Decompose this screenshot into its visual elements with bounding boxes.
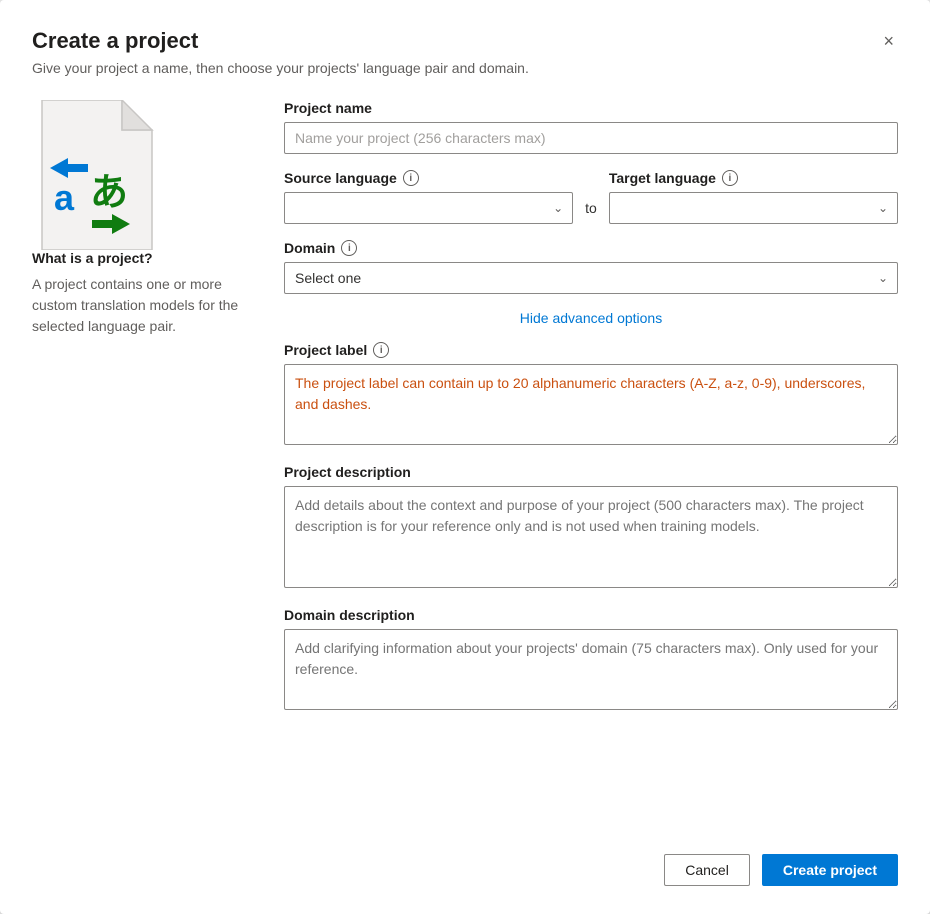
right-panel: Project name Source language i ⌄ [284, 100, 898, 814]
source-language-info-icon[interactable]: i [403, 170, 419, 186]
create-project-dialog: Create a project × Give your project a n… [0, 0, 930, 914]
project-description-label: Project description [284, 464, 898, 480]
domain-group: Domain i Select one ⌄ [284, 240, 898, 294]
project-name-input[interactable] [284, 122, 898, 154]
project-label-info-icon[interactable]: i [373, 342, 389, 358]
domain-description-group: Domain description [284, 607, 898, 713]
dialog-header: Create a project × [32, 28, 898, 54]
project-label-label: Project label i [284, 342, 898, 358]
domain-select-wrapper: Select one ⌄ [284, 262, 898, 294]
source-language-group: Source language i ⌄ [284, 170, 573, 224]
project-description-group: Project description [284, 464, 898, 591]
left-panel: あ a What is a project? A project contain… [32, 100, 252, 814]
dialog-footer: Cancel Create project [32, 838, 898, 886]
project-name-group: Project name [284, 100, 898, 154]
target-language-label: Target language i [609, 170, 898, 186]
target-language-info-icon[interactable]: i [722, 170, 738, 186]
source-language-label: Source language i [284, 170, 573, 186]
target-language-select[interactable] [609, 192, 898, 224]
hide-advanced-button[interactable]: Hide advanced options [284, 310, 898, 326]
domain-info-icon[interactable]: i [341, 240, 357, 256]
project-description-textarea[interactable] [284, 486, 898, 588]
project-illustration: あ a [32, 100, 162, 250]
dialog-body: あ a What is a project? A project contain… [32, 100, 898, 814]
dialog-subtitle: Give your project a name, then choose yo… [32, 60, 898, 76]
target-language-group: Target language i ⌄ [609, 170, 898, 224]
to-label: to [585, 200, 597, 224]
domain-label: Domain i [284, 240, 898, 256]
domain-description-label: Domain description [284, 607, 898, 623]
source-language-select-wrapper: ⌄ [284, 192, 573, 224]
source-language-select[interactable] [284, 192, 573, 224]
project-label-group: Project label i The project label can co… [284, 342, 898, 448]
svg-text:あ: あ [90, 172, 128, 214]
close-button[interactable]: × [879, 28, 898, 54]
cancel-button[interactable]: Cancel [664, 854, 750, 886]
svg-text:a: a [54, 177, 75, 218]
target-language-select-wrapper: ⌄ [609, 192, 898, 224]
language-row: Source language i ⌄ to Target language [284, 170, 898, 224]
what-is-title: What is a project? [32, 250, 252, 266]
domain-select[interactable]: Select one [284, 262, 898, 294]
domain-description-textarea[interactable] [284, 629, 898, 710]
create-project-button[interactable]: Create project [762, 854, 898, 886]
project-name-label: Project name [284, 100, 898, 116]
dialog-title: Create a project [32, 28, 198, 54]
what-is-desc: A project contains one or more custom tr… [32, 274, 252, 337]
project-label-textarea[interactable]: The project label can contain up to 20 a… [284, 364, 898, 445]
